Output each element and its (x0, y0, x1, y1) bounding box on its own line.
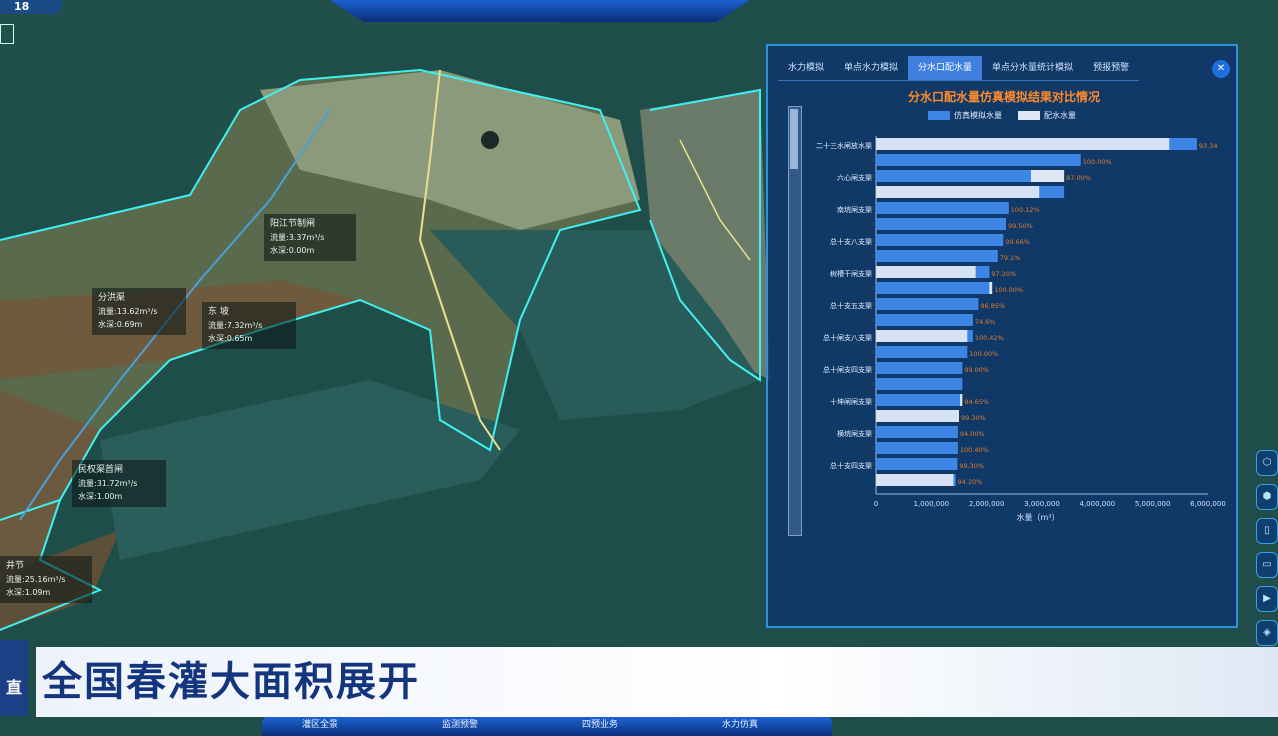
bar-alloc (876, 410, 959, 422)
bar-sim (876, 218, 1007, 230)
map-label-station-5[interactable]: 井节 流量:25.16m³/s 水深:1.09m (0, 556, 92, 603)
x-tick-label: 0 (874, 500, 878, 508)
nav-four-pre[interactable]: 四预业务 (542, 714, 692, 736)
data-label: 99.66% (1005, 238, 1030, 246)
news-headline: 全国春灌大面积展开 (42, 659, 420, 705)
banner-left-block: 直 (0, 640, 28, 716)
station-level: 水深:0.65m (208, 334, 253, 343)
bar-sim (876, 250, 998, 262)
station-flow: 流量:31.72m³/s (78, 479, 138, 488)
data-label: 94.20% (958, 478, 983, 486)
y-category-label: 总十支八支渠 (830, 237, 872, 246)
x-tick-label: 1,000,000 (914, 500, 950, 508)
station-flow: 流量:7.32m³/s (208, 321, 263, 330)
bar-sim (876, 202, 1009, 214)
y-category-label: 总十闸支八支渠 (823, 333, 872, 342)
bar-sim (876, 282, 990, 294)
y-category-label: 总十闸支四支渠 (823, 365, 872, 374)
bar-alloc (876, 474, 954, 486)
station-level: 水深:0.00m (270, 246, 315, 255)
station-name: 分洪渠 (98, 293, 126, 303)
station-name: 井节 (6, 561, 25, 571)
x-tick-label: 4,000,000 (1080, 500, 1116, 508)
station-level: 水深:1.09m (6, 588, 51, 597)
x-tick-label: 6,000,000 (1190, 500, 1226, 508)
x-axis-label: 水量（m³） (1017, 512, 1060, 522)
nav-hydraulic[interactable]: 水力仿真 (682, 714, 832, 736)
measure-icon[interactable]: ▭ (1256, 552, 1278, 578)
x-tick-label: 2,000,000 (969, 500, 1005, 508)
data-label: 93.34 (1199, 142, 1218, 150)
bar-sim (876, 234, 1004, 246)
top-title-bar (330, 0, 750, 22)
data-label: 99.30% (959, 462, 984, 470)
data-label: 99.30% (961, 414, 986, 422)
nav-monitoring[interactable]: 监测预警 (402, 714, 552, 736)
station-flow: 流量:3.37m³/s (270, 233, 325, 242)
map-label-station-2[interactable]: 分洪渠 流量:13.62m³/s 水深:0.69m (92, 288, 186, 335)
play-icon[interactable]: ▶ (1256, 586, 1278, 612)
corner-icon (0, 24, 14, 44)
y-category-label: 南垸闸支渠 (837, 205, 872, 214)
data-label: 99.50% (1008, 222, 1033, 230)
data-label: 100.42% (975, 334, 1004, 342)
bar-alloc (876, 138, 1170, 150)
bar-alloc (876, 186, 1040, 198)
data-label: 87.00% (1066, 174, 1091, 182)
bar-alloc (876, 266, 976, 278)
y-category-label: 十坤闸闸支渠 (830, 397, 872, 406)
data-label: 79.1% (1000, 254, 1021, 262)
map-label-station-4[interactable]: 民权渠首闸 流量:31.72m³/s 水深:1.00m (72, 460, 166, 507)
bar-sim (876, 362, 963, 374)
channel-logo: 18 (0, 0, 62, 14)
data-label: 99.00% (964, 366, 989, 374)
bar-sim (876, 458, 958, 470)
data-label: 100.40% (960, 446, 989, 454)
bookmark-icon[interactable]: ▯ (1256, 518, 1278, 544)
map-label-station-3[interactable]: 东 坡 流量:7.32m³/s 水深:0.65m (202, 302, 296, 349)
data-label: 96.85% (980, 302, 1005, 310)
station-name: 东 坡 (208, 307, 229, 317)
y-category-label: 树槽干闸支渠 (830, 269, 872, 278)
bar-sim (876, 154, 1081, 166)
globe-icon[interactable]: ⬢ (1256, 484, 1278, 510)
data-label: 74.6% (975, 318, 996, 326)
station-flow: 流量:13.62m³/s (98, 307, 158, 316)
nav-panorama[interactable]: 灌区全景 (262, 714, 412, 736)
bar-sim (876, 346, 968, 358)
bar-sim (876, 442, 958, 454)
data-label: 97.20% (991, 270, 1016, 278)
station-flow: 流量:25.16m³/s (6, 575, 66, 584)
map-label-station-1[interactable]: 阳江节制闸 流量:3.37m³/s 水深:0.00m (264, 214, 356, 261)
data-label: 100.00% (1083, 158, 1112, 166)
stack-icon[interactable]: ◈ (1256, 620, 1278, 646)
bar-sim (876, 314, 973, 326)
station-name: 阳江节制闸 (270, 219, 316, 229)
station-level: 水深:0.69m (98, 320, 143, 329)
data-label: 100.00% (994, 286, 1023, 294)
station-name: 民权渠首闸 (78, 465, 124, 475)
y-category-label: 二十三水闸放水渠 (816, 141, 872, 150)
y-category-label: 总十支五支渠 (830, 301, 872, 310)
banner-left-text: 直 (5, 678, 22, 697)
data-label: 100.00% (969, 350, 998, 358)
layers-icon[interactable]: ⬡ (1256, 450, 1278, 476)
bar-alloc (876, 330, 968, 342)
data-label: 94.65% (964, 398, 989, 406)
bar-sim (876, 426, 958, 438)
x-tick-label: 5,000,000 (1135, 500, 1171, 508)
y-category-label: 六心闸支渠 (837, 173, 872, 182)
bar-sim (876, 170, 1031, 182)
bar-chart: 0 1,000,000 2,000,000 3,000,000 4,000,000 5,0… (816, 136, 1226, 522)
y-category-label: 横垸闸支渠 (837, 429, 872, 438)
x-tick-label: 3,000,000 (1024, 500, 1060, 508)
station-level: 水深:1.00m (78, 492, 123, 501)
y-category-label: 总十支四支渠 (830, 461, 872, 470)
bar-sim (876, 298, 979, 310)
water-distribution-panel: 水力模拟 单点水力模拟 分水口配水量 单点分水量统计模拟 预报预警 ✕ 分水口配… (766, 44, 1238, 628)
data-label: 94.00% (960, 430, 985, 438)
bar-sim (876, 378, 963, 390)
bar-sim (876, 394, 961, 406)
data-label: 100.12% (1011, 206, 1040, 214)
